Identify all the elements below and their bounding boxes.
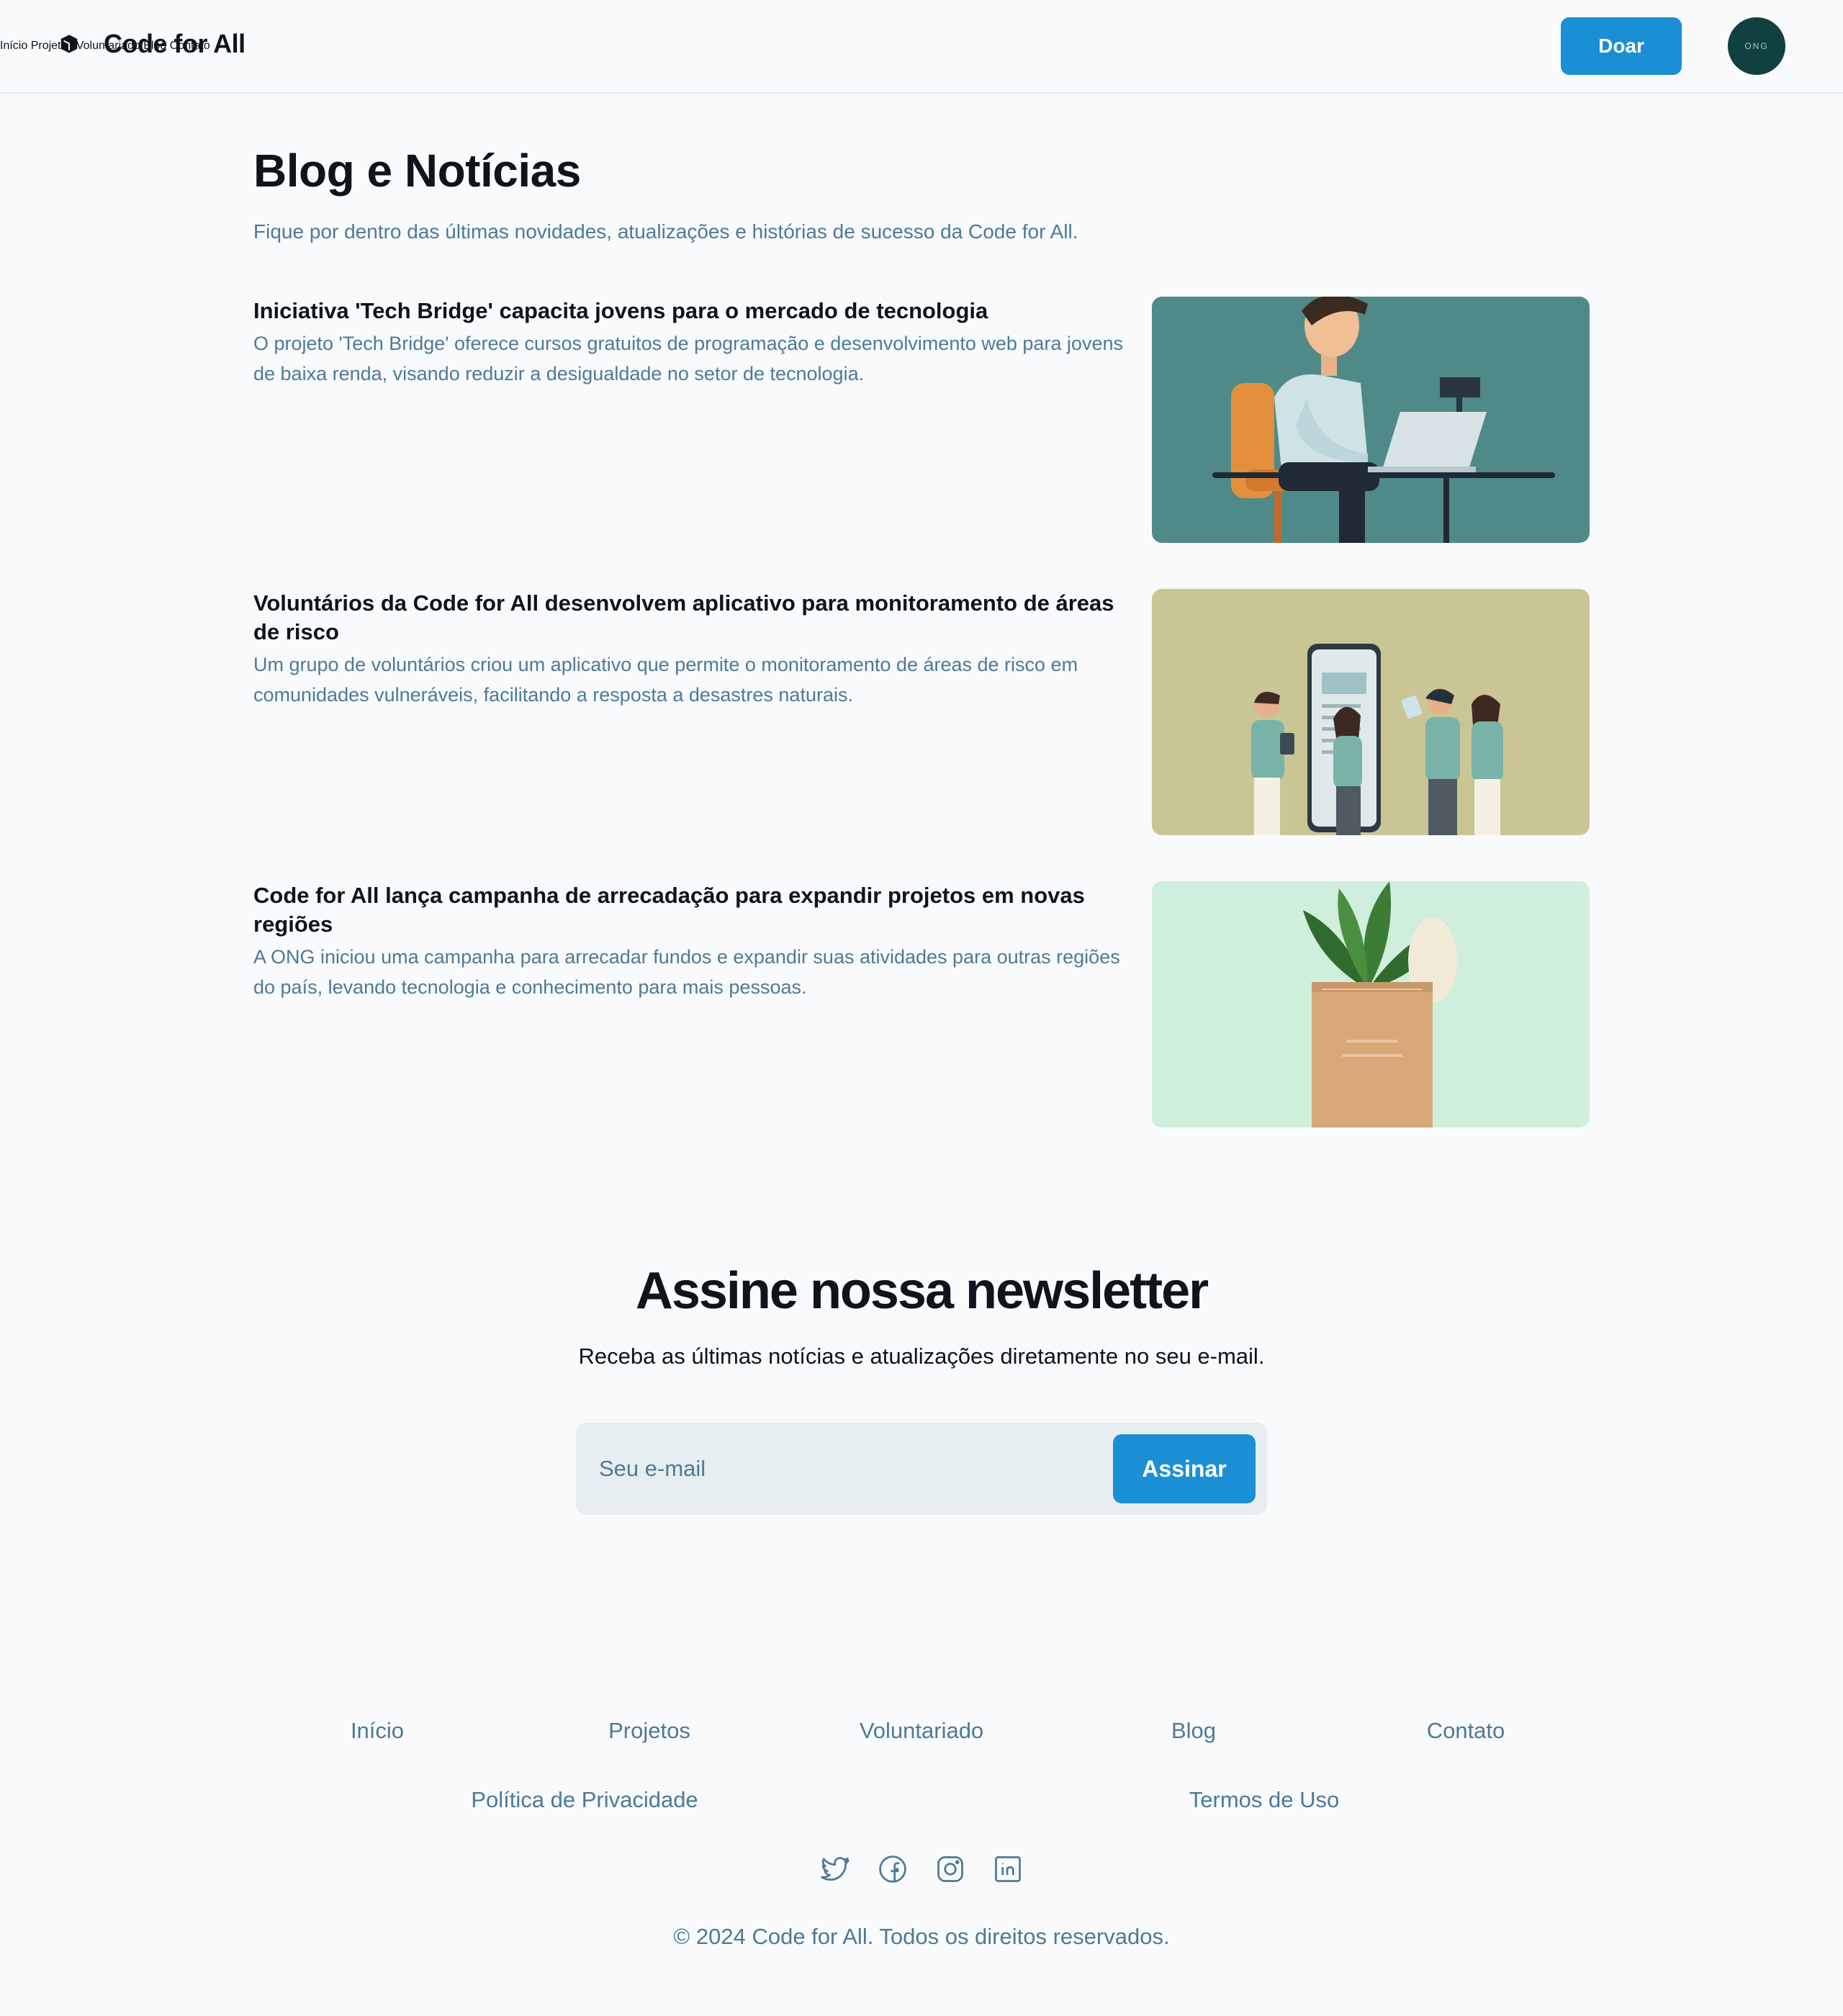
footer-link-terms[interactable]: Termos de Uso [1120,1787,1408,1813]
post-image-donation-bag[interactable] [1152,881,1590,1128]
footer-link-contato[interactable]: Contato [1394,1718,1538,1744]
newsletter-subtitle: Receba as últimas notícias e atualizaçõe… [578,1344,1265,1369]
footer-link-projetos[interactable]: Projetos [577,1718,721,1744]
donate-button[interactable]: Doar [1561,17,1682,75]
brand-name: Code for All [104,29,245,58]
post-summary: Um grupo de voluntários criou um aplicat… [253,654,1078,706]
post-summary: O projeto 'Tech Bridge' oferece cursos g… [253,333,1123,384]
brand[interactable]: Code for All [58,29,245,59]
twitter-icon[interactable] [819,1853,851,1885]
post-title[interactable]: Iniciativa 'Tech Bridge' capacita jovens… [253,297,1132,325]
footer-link-blog[interactable]: Blog [1122,1718,1266,1744]
avatar[interactable]: ONG [1728,17,1785,75]
post-image-person-laptop[interactable] [1152,297,1590,543]
blog-post[interactable]: Voluntários da Code for All desenvolvem … [253,589,1590,835]
post-image-volunteers-app[interactable] [1152,589,1590,835]
post-summary: A ONG iniciou uma campanha para arrecada… [253,946,1120,998]
instagram-icon[interactable] [934,1853,966,1885]
copyright: © 2024 Code for All. Todos os direitos r… [673,1924,1170,1949]
newsletter-form: Assinar [576,1423,1267,1515]
footer-link-voluntariado[interactable]: Voluntariado [821,1718,1022,1744]
page-subtitle: Fique por dentro das últimas novidades, … [253,220,1078,243]
subscribe-button[interactable]: Assinar [1113,1434,1256,1503]
cube-logo-icon [58,32,81,55]
linkedin-icon[interactable] [992,1853,1024,1885]
post-title[interactable]: Code for All lança campanha de arrecadaç… [253,881,1132,939]
site-header: Code for All Início Projetos Voluntariad… [0,0,1843,94]
footer-link-inicio[interactable]: Início [305,1718,449,1744]
blog-post[interactable]: Code for All lança campanha de arrecadaç… [253,881,1590,1128]
email-field[interactable] [599,1440,1103,1498]
post-title[interactable]: Voluntários da Code for All desenvolvem … [253,589,1132,647]
footer-link-privacy[interactable]: Política de Privacidade [441,1787,729,1813]
newsletter-title: Assine nossa newsletter [635,1262,1209,1320]
nav-inicio[interactable]: Início [0,40,27,52]
facebook-icon[interactable] [877,1853,909,1885]
page-title: Blog e Notícias [253,145,581,197]
blog-post[interactable]: Iniciativa 'Tech Bridge' capacita jovens… [253,297,1590,543]
